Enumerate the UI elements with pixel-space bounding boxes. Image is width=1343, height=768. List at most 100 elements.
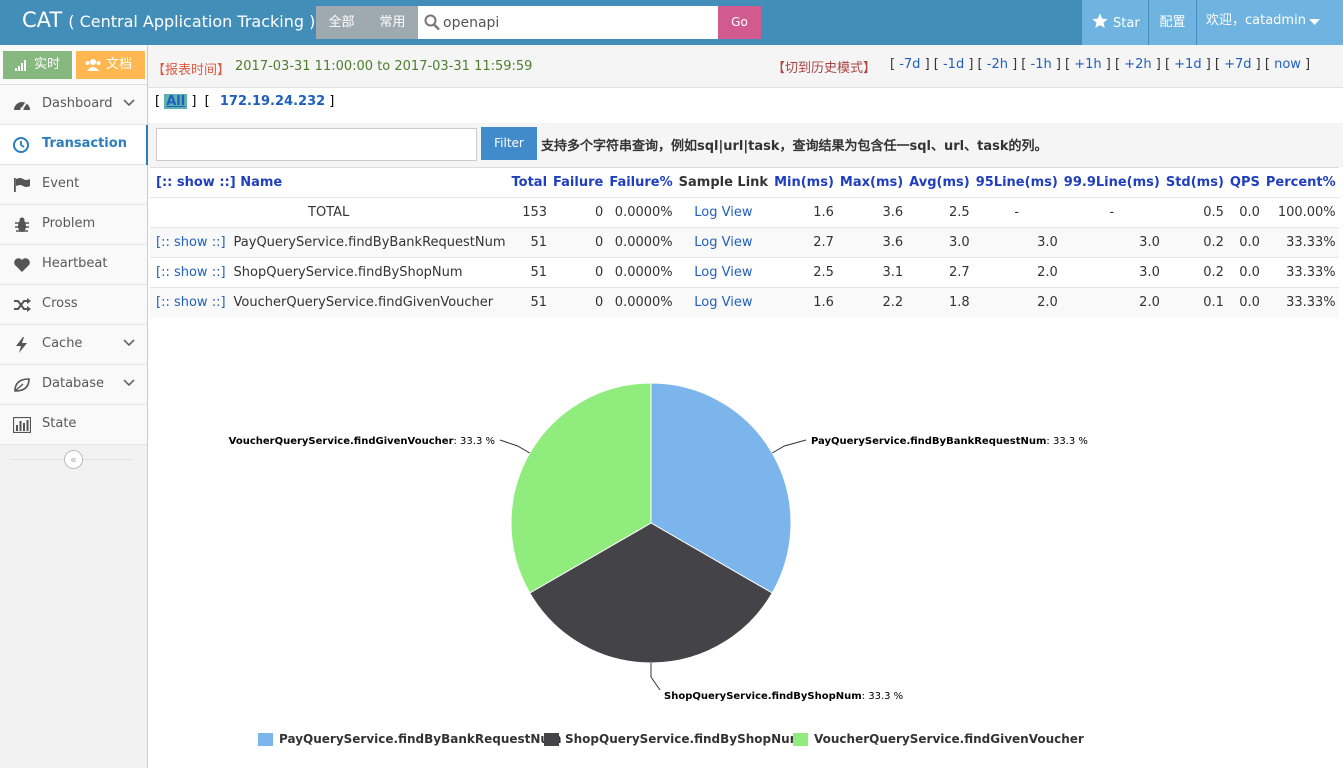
ip-all-link[interactable]: All bbox=[164, 94, 188, 109]
row-name: PayQueryService.findByBankRequestNum bbox=[233, 235, 506, 250]
row-failure: 0 bbox=[550, 197, 607, 228]
column-failure[interactable]: Failure bbox=[550, 167, 607, 198]
row-qps: 0.0 bbox=[1226, 257, 1263, 288]
app-brand[interactable]: CAT ( Central Application Tracking ) bbox=[22, 8, 315, 32]
search-box bbox=[418, 6, 719, 39]
log-view-link[interactable]: Log View bbox=[694, 235, 752, 250]
column-95line[interactable]: 95Line(ms) bbox=[972, 167, 1061, 198]
row-failure: 0 bbox=[550, 257, 607, 288]
realtime-button[interactable]: 实时 bbox=[3, 51, 72, 79]
time-link-plus-1d[interactable]: +1d bbox=[1174, 57, 1201, 72]
column-max[interactable]: Max(ms) bbox=[836, 167, 907, 198]
column-999line[interactable]: 99.9Line(ms) bbox=[1060, 167, 1163, 198]
search-input[interactable] bbox=[443, 6, 713, 39]
star-button[interactable]: Star bbox=[1082, 0, 1148, 45]
filter-button[interactable]: Filter bbox=[481, 127, 537, 160]
column-failure-pct[interactable]: Failure% bbox=[606, 167, 676, 198]
column-sample-link: Sample Link bbox=[675, 167, 772, 198]
heart-icon bbox=[14, 258, 30, 272]
scope-common-button[interactable]: 常用 bbox=[367, 6, 418, 39]
time-link-plus-7d[interactable]: +7d bbox=[1224, 57, 1251, 72]
sidebar: 实时 文档 Dashboard Transaction Event Proble… bbox=[0, 45, 148, 768]
table-row: [:: show ::] PayQueryService.findByBankRe… bbox=[150, 227, 1339, 258]
sidebar-shortcuts: 实时 文档 bbox=[0, 45, 147, 85]
table-row: [:: show ::] VoucherQueryService.findGive… bbox=[150, 287, 1339, 318]
column-min[interactable]: Min(ms) bbox=[771, 167, 837, 198]
time-link-minus-2h[interactable]: -2h bbox=[987, 57, 1008, 72]
collapse-sidebar-button[interactable]: « bbox=[64, 450, 83, 469]
row-std: 0.1 bbox=[1162, 287, 1227, 318]
sidebar-item-cache[interactable]: Cache bbox=[0, 325, 147, 365]
log-view-link[interactable]: Log View bbox=[694, 265, 752, 280]
top-navbar: CAT ( Central Application Tracking ) 全部 常… bbox=[0, 0, 1343, 45]
sidebar-item-dashboard[interactable]: Dashboard bbox=[0, 85, 147, 125]
time-link-now[interactable]: now bbox=[1274, 57, 1301, 72]
row-max: 2.2 bbox=[836, 287, 907, 318]
row-max: 3.1 bbox=[836, 257, 907, 288]
docs-button[interactable]: 文档 bbox=[76, 51, 145, 79]
filter-hint: 支持多个字符串查询，例如sql|url|task，查询结果为包含任一sql、ur… bbox=[541, 139, 1048, 154]
row-avg: 2.5 bbox=[906, 197, 973, 228]
sidebar-item-event[interactable]: Event bbox=[0, 165, 147, 205]
row-95line: - bbox=[972, 197, 1061, 228]
time-link-minus-7d[interactable]: -7d bbox=[899, 57, 920, 72]
row-failure-pct: 0.0000% bbox=[606, 197, 676, 228]
row-min: 1.6 bbox=[771, 287, 837, 318]
log-view-link[interactable]: Log View bbox=[694, 295, 752, 310]
sidebar-item-transaction[interactable]: Transaction bbox=[0, 125, 148, 165]
column-name-label: Name bbox=[240, 175, 283, 190]
show-link[interactable]: [:: show ::] bbox=[156, 295, 226, 310]
sidebar-item-cross[interactable]: Cross bbox=[0, 285, 147, 325]
row-min: 1.6 bbox=[771, 197, 837, 228]
legend-swatch bbox=[544, 733, 559, 746]
welcome-label: 欢迎，catadmin bbox=[1206, 13, 1306, 28]
row-name: ShopQueryService.findByShopNum bbox=[233, 265, 463, 280]
chevron-down-icon bbox=[123, 339, 135, 347]
column-percent[interactable]: Percent% bbox=[1262, 167, 1339, 198]
signal-icon bbox=[15, 60, 26, 71]
time-link-plus-2h[interactable]: +2h bbox=[1124, 57, 1151, 72]
row-95line: 2.0 bbox=[972, 257, 1061, 288]
row-avg: 1.8 bbox=[906, 287, 973, 318]
column-std[interactable]: Std(ms) bbox=[1162, 167, 1227, 198]
row-std: 0.5 bbox=[1162, 197, 1227, 228]
column-qps[interactable]: QPS bbox=[1226, 167, 1263, 198]
go-button[interactable]: Go bbox=[718, 6, 761, 39]
row-total: 153 bbox=[508, 197, 551, 228]
column-avg[interactable]: Avg(ms) bbox=[906, 167, 973, 198]
row-pct: 33.33% bbox=[1262, 227, 1339, 258]
config-button[interactable]: 配置 bbox=[1149, 0, 1196, 45]
legend-label: VoucherQueryService.findGivenVoucher bbox=[814, 732, 1084, 746]
sidebar-item-database[interactable]: Database bbox=[0, 365, 147, 405]
row-failure-pct: 0.0000% bbox=[606, 227, 676, 258]
row-std: 0.2 bbox=[1162, 227, 1227, 258]
scope-all-button[interactable]: 全部 bbox=[316, 6, 367, 39]
time-link-minus-1d[interactable]: -1d bbox=[943, 57, 964, 72]
sidebar-item-label: Event bbox=[42, 176, 80, 191]
show-all-link[interactable]: [:: show ::] bbox=[156, 175, 236, 190]
time-link-plus-1h[interactable]: +1h bbox=[1074, 57, 1101, 72]
sidebar-item-heartbeat[interactable]: Heartbeat bbox=[0, 245, 147, 285]
sidebar-item-label: Heartbeat bbox=[42, 256, 108, 271]
sidebar-item-label: Cache bbox=[42, 336, 83, 351]
user-menu[interactable]: 欢迎，catadmin bbox=[1197, 0, 1343, 45]
sidebar-item-problem[interactable]: Problem bbox=[0, 205, 147, 245]
sidebar-item-state[interactable]: State bbox=[0, 405, 147, 445]
bar-chart-icon bbox=[13, 417, 31, 433]
show-link[interactable]: [:: show ::] bbox=[156, 235, 226, 250]
column-total[interactable]: Total bbox=[508, 167, 551, 198]
time-link-minus-1h[interactable]: -1h bbox=[1031, 57, 1052, 72]
star-label: Star bbox=[1113, 16, 1140, 31]
row-999line: 3.0 bbox=[1060, 227, 1163, 258]
ip-link[interactable]: 172.19.24.232 bbox=[220, 94, 325, 109]
table-header: [:: show ::] Name Total Failure Failure%… bbox=[150, 167, 1339, 198]
show-link[interactable]: [:: show ::] bbox=[156, 265, 226, 280]
row-max: 3.6 bbox=[836, 227, 907, 258]
row-avg: 3.0 bbox=[906, 227, 973, 258]
history-mode-link[interactable]: 【切到历史模式】 bbox=[772, 57, 876, 76]
column-name[interactable]: [:: show ::] Name bbox=[150, 167, 509, 198]
brand-title: CAT bbox=[22, 8, 63, 32]
log-view-link[interactable]: Log View bbox=[694, 205, 752, 220]
row-999line: 3.0 bbox=[1060, 257, 1163, 288]
filter-input[interactable] bbox=[156, 128, 477, 161]
